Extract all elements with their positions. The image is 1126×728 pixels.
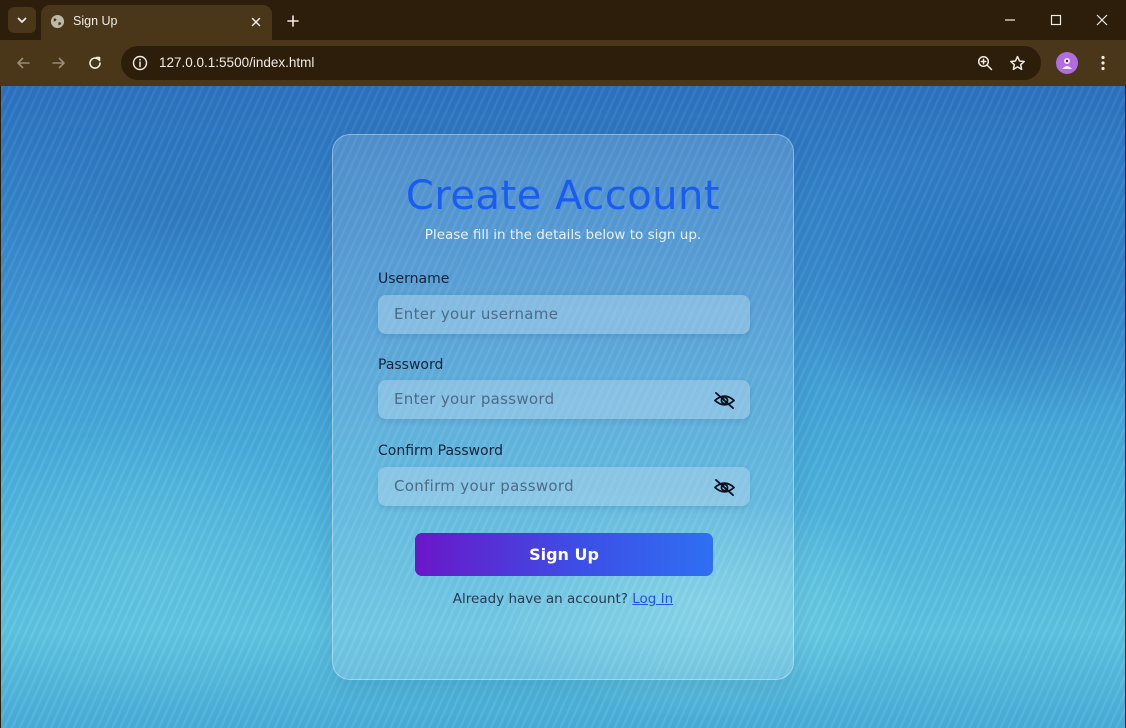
forward-arrow-icon [52, 57, 65, 69]
browser-menu-button[interactable] [1092, 51, 1114, 75]
browser-toolbar: 127.0.0.1:5500/index.html [0, 40, 1126, 86]
username-placeholder: Enter your username [394, 305, 559, 323]
star-icon [1009, 55, 1025, 70]
avatar-icon [1062, 58, 1072, 69]
browser-titlebar: Sign Up [0, 0, 1126, 40]
url-text[interactable]: 127.0.0.1:5500/index.html [159, 55, 314, 70]
page-viewport: Create Account Please fill in the detail… [1, 86, 1125, 728]
site-info-button[interactable] [130, 53, 150, 73]
zoom-button[interactable] [975, 53, 995, 73]
forward-button[interactable] [47, 51, 71, 75]
maximize-button[interactable] [1043, 8, 1069, 32]
globe-icon [50, 14, 65, 29]
eye-slash-icon [713, 391, 735, 409]
login-prompt-text: Already have an account? [452, 591, 628, 607]
back-arrow-icon [17, 57, 30, 69]
close-icon [1096, 14, 1108, 26]
confirm-password-visibility-toggle[interactable] [712, 476, 736, 498]
confirm-password-placeholder: Confirm your password [394, 477, 574, 495]
username-label: Username [378, 271, 450, 287]
reload-icon [89, 56, 101, 69]
username-input[interactable]: Enter your username [378, 295, 750, 334]
login-prompt: Already have an account? Log In [333, 591, 793, 607]
minimize-icon [1005, 19, 1015, 21]
profile-button[interactable] [1056, 52, 1078, 74]
reload-button[interactable] [83, 51, 107, 75]
signup-card: Create Account Please fill in the detail… [332, 134, 794, 680]
address-bar[interactable]: 127.0.0.1:5500/index.html [121, 46, 1041, 80]
kebab-menu-icon [1101, 55, 1105, 71]
tab-search-button[interactable] [8, 7, 36, 33]
log-in-link[interactable]: Log In [632, 591, 673, 607]
plus-icon [287, 15, 299, 27]
tab-close-button[interactable] [247, 13, 264, 30]
password-visibility-toggle[interactable] [712, 389, 736, 411]
confirm-password-input[interactable]: Confirm your password [378, 467, 750, 506]
browser-tab[interactable]: Sign Up [41, 5, 272, 40]
chevron-down-icon [17, 17, 27, 23]
password-label: Password [378, 357, 444, 373]
info-icon [132, 55, 148, 71]
tab-title: Sign Up [73, 14, 118, 28]
bookmark-button[interactable] [1007, 53, 1027, 73]
sign-up-button[interactable]: Sign Up [415, 533, 713, 576]
password-placeholder: Enter your password [394, 390, 555, 408]
sign-up-button-label: Sign Up [529, 545, 599, 564]
eye-slash-icon [713, 478, 735, 496]
page-title: Create Account [405, 173, 721, 219]
page-subtitle: Please fill in the details below to sign… [424, 227, 702, 243]
confirm-password-label: Confirm Password [378, 443, 504, 459]
maximize-icon [1050, 14, 1062, 26]
password-input[interactable]: Enter your password [378, 380, 750, 419]
minimize-button[interactable] [997, 8, 1023, 32]
back-button[interactable] [11, 51, 35, 75]
new-tab-button[interactable] [282, 10, 304, 32]
close-window-button[interactable] [1089, 8, 1115, 32]
close-icon [251, 17, 260, 26]
zoom-icon [977, 55, 993, 71]
